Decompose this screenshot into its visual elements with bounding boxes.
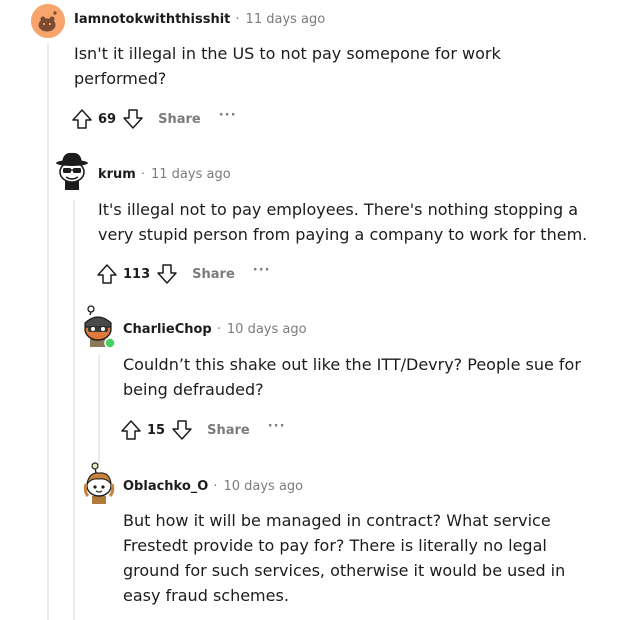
thread-line-level-1[interactable] — [47, 44, 49, 620]
thread-line-level-3[interactable] — [98, 355, 100, 465]
more-options-button[interactable]: ··· — [219, 108, 237, 123]
upvote-arrow-icon[interactable] — [71, 108, 93, 130]
username[interactable]: CharlieChop — [123, 322, 212, 337]
timestamp[interactable]: 11 days ago — [151, 167, 231, 182]
user-avatar[interactable] — [54, 150, 90, 190]
upvote-arrow-icon[interactable] — [120, 419, 142, 441]
comment-actions: 69 Share ··· — [71, 107, 237, 131]
snoo-avatar-icon — [31, 4, 65, 38]
comment-actions: 113 Share ··· — [96, 262, 271, 286]
downvote-arrow-icon[interactable] — [122, 108, 144, 130]
downvote-arrow-icon[interactable] — [171, 419, 193, 441]
comment-body: It's illegal not to pay employees. There… — [98, 197, 587, 247]
snoo-avatar-icon — [83, 462, 115, 504]
vote-count: 69 — [98, 111, 117, 127]
timestamp[interactable]: 10 days ago — [223, 479, 303, 494]
online-status-icon — [104, 337, 116, 349]
vote-count: 113 — [123, 266, 151, 282]
downvote-arrow-icon[interactable] — [156, 263, 178, 285]
meta-separator: · — [216, 322, 221, 337]
meta-separator: · — [235, 12, 240, 27]
comment-body-line: Frestedt provide to pay for? There is li… — [123, 536, 547, 555]
comment-body: Couldn’t this shake out like the ITT/Dev… — [123, 352, 581, 402]
comment-body-line: ground for such services, otherwise it w… — [123, 561, 566, 580]
comment-body: Isn't it illegal in the US to not pay so… — [74, 41, 501, 91]
share-button[interactable]: Share — [158, 112, 201, 127]
timestamp[interactable]: 10 days ago — [227, 322, 307, 337]
username[interactable]: Oblachko_O — [123, 479, 208, 494]
more-options-button[interactable]: ··· — [253, 263, 271, 278]
more-options-button[interactable]: ··· — [268, 419, 286, 434]
user-avatar[interactable] — [81, 462, 117, 504]
timestamp[interactable]: 11 days ago — [246, 12, 326, 27]
thread-line-level-2[interactable] — [73, 200, 75, 620]
meta-separator: · — [213, 479, 218, 494]
comment-body-line: performed? — [74, 69, 167, 88]
snoo-avatar-icon — [56, 152, 88, 190]
share-button[interactable]: Share — [207, 423, 250, 438]
comment-body-line: It's illegal not to pay employees. There… — [98, 200, 579, 219]
upvote-arrow-icon[interactable] — [96, 263, 118, 285]
user-avatar[interactable] — [31, 4, 65, 38]
username[interactable]: Iamnotokwiththisshit — [74, 12, 230, 27]
comment-actions: 15 Share ··· — [120, 418, 286, 442]
comment-body-line: very stupid person from paying a company… — [98, 225, 588, 244]
user-avatar[interactable] — [80, 305, 118, 349]
comment-body-line: Couldn’t this shake out like the ITT/Dev… — [123, 355, 581, 374]
comment-body-line: But how it will be managed in contract? … — [123, 511, 551, 530]
meta-separator: · — [140, 167, 145, 182]
username[interactable]: krum — [98, 167, 136, 182]
vote-count: 15 — [147, 422, 166, 438]
comment-body-line: being defrauded? — [123, 380, 264, 399]
comment-body-line: easy fraud schemes. — [123, 586, 289, 605]
comment-body-line: Isn't it illegal in the US to not pay so… — [74, 44, 501, 63]
share-button[interactable]: Share — [192, 267, 235, 282]
comment-body: But how it will be managed in contract? … — [123, 508, 565, 608]
